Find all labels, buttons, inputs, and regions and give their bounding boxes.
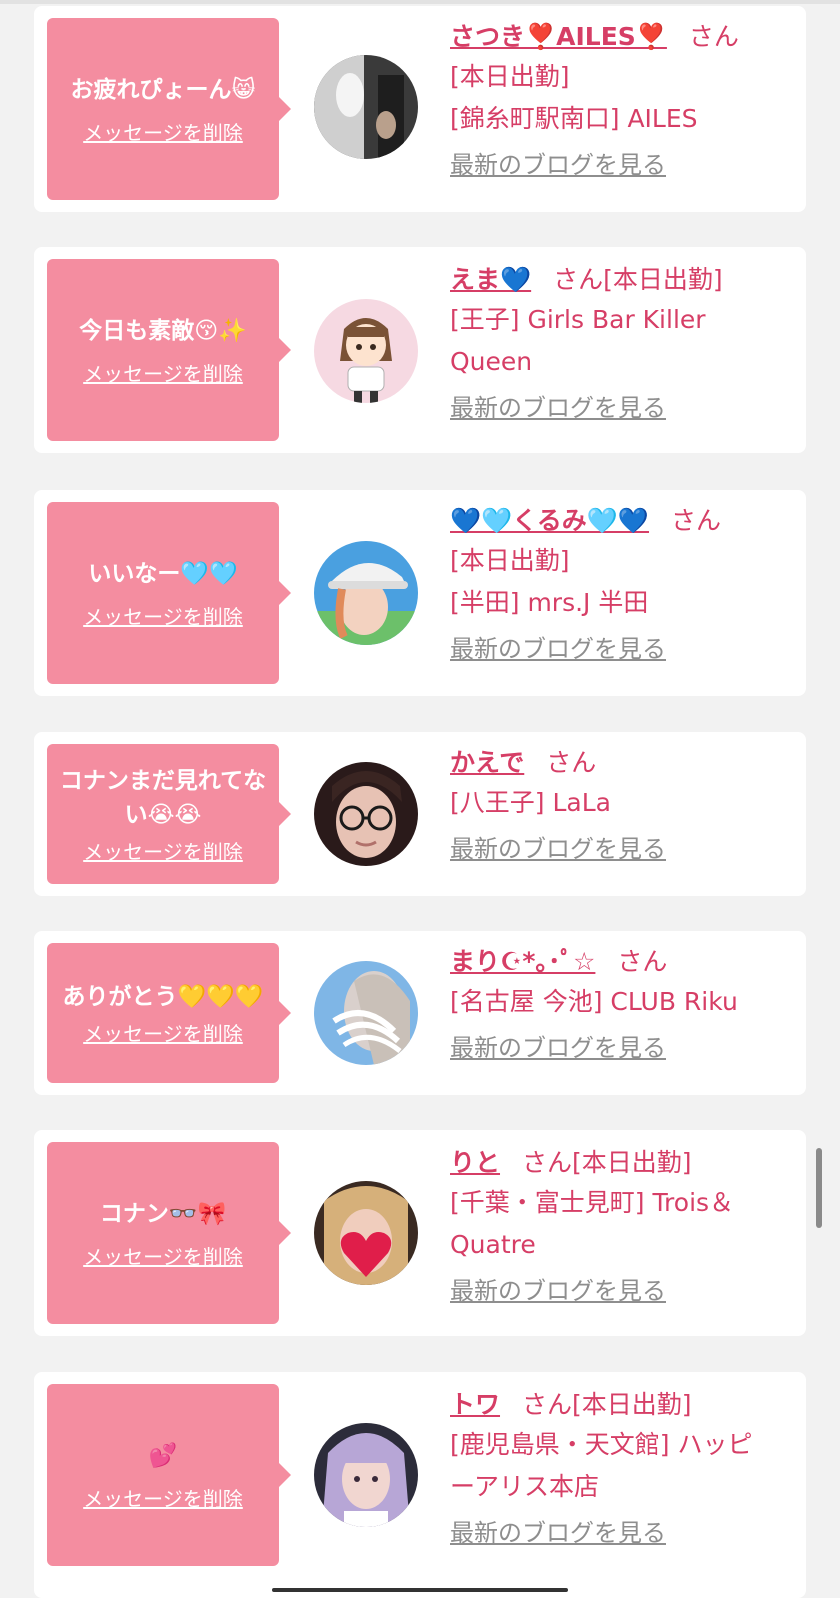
message-text: 💕 — [148, 1442, 178, 1469]
honorific: さん — [553, 265, 604, 294]
message-card: 💕 メッセージを削除 トワ さん[本日出勤] [鹿児島県・天文館] ハッピ ーアリ… — [34, 1372, 806, 1598]
message-text: ありがとう💛💛💛 — [62, 983, 264, 1010]
cast-info: さつき❣️AILES❣️ さん [本日出勤] [錦糸町駅南口] AILES 最新の… — [450, 18, 796, 182]
glasses-photo-avatar[interactable] — [314, 762, 418, 866]
message-text: コナンまだ見れてない😭😭 — [59, 767, 267, 828]
cast-name-link[interactable]: さつき❣️AILES❣️ — [450, 22, 667, 51]
cap-photo-avatar[interactable] — [314, 541, 418, 645]
message-text: いいなー🩵🩵 — [88, 560, 238, 587]
message-card: 今日も素敵😚✨ メッセージを削除 えま💙 さん[本日出勤] [王子] Girls … — [34, 247, 806, 453]
cast-name-link[interactable]: かえで — [450, 748, 524, 777]
delete-message-link[interactable]: メッセージを削除 — [83, 117, 243, 146]
shop-text: [錦糸町駅南口] AILES — [450, 104, 698, 133]
cast-info: かえで さん [八王子] LaLa 最新のブログを見る — [450, 744, 796, 866]
message-text: お疲れぴょーん😸 — [70, 76, 256, 103]
latest-blog-link[interactable]: 最新のブログを見る — [450, 832, 796, 866]
shop-text: [千葉・富士見町] Trois＆ — [450, 1188, 735, 1217]
delete-message-link[interactable]: メッセージを削除 — [83, 1483, 243, 1512]
heart-cover-photo-avatar[interactable] — [314, 1181, 418, 1285]
cast-info: えま💙 さん[本日出勤] [王子] Girls Bar Killer Queen … — [450, 261, 796, 425]
status-text: [本日出勤] — [572, 1390, 692, 1419]
message-card: コナン👓🎀 メッセージを削除 りと さん[本日出勤] [千葉・富士見町] Troi… — [34, 1130, 806, 1336]
cast-name-link[interactable]: トワ — [450, 1390, 500, 1419]
latest-blog-link[interactable]: 最新のブログを見る — [450, 148, 796, 182]
delete-message-link[interactable]: メッセージを削除 — [83, 358, 243, 387]
delete-message-link[interactable]: メッセージを削除 — [83, 1018, 243, 1047]
cast-info: りと さん[本日出勤] [千葉・富士見町] Trois＆ Quatre 最新のブロ… — [450, 1144, 796, 1308]
shop-text: [名古屋 今池] CLUB Riku — [450, 987, 738, 1016]
latest-blog-link[interactable]: 最新のブログを見る — [450, 1274, 796, 1308]
status-text: [本日出勤] — [450, 546, 570, 575]
honorific: さん — [617, 947, 668, 976]
cast-info: 💙🩵くるみ🩵💙 さん [本日出勤] [半田] mrs.J 半田 最新のブログを見る — [450, 502, 796, 666]
top-divider — [0, 0, 840, 4]
home-indicator — [272, 1588, 568, 1592]
monochrome-photo-avatar[interactable] — [314, 55, 418, 159]
latest-blog-link[interactable]: 最新のブログを見る — [450, 1516, 796, 1550]
latest-blog-link[interactable]: 最新のブログを見る — [450, 391, 796, 425]
shop-text-cont: Quatre — [450, 1230, 536, 1259]
message-bubble: 💕 メッセージを削除 — [47, 1384, 291, 1566]
lavender-hair-photo-avatar[interactable] — [314, 1423, 418, 1527]
cast-name-link[interactable]: りと — [450, 1148, 500, 1177]
delete-message-link[interactable]: メッセージを削除 — [83, 601, 243, 630]
delete-message-link[interactable]: メッセージを削除 — [83, 836, 243, 865]
latest-blog-link[interactable]: 最新のブログを見る — [450, 1031, 796, 1065]
honorific: さん — [522, 1390, 573, 1419]
cast-info: トワ さん[本日出勤] [鹿児島県・天文館] ハッピ ーアリス本店 最新のブログを… — [450, 1386, 796, 1550]
status-text: [本日出勤] — [572, 1148, 692, 1177]
cast-name-link[interactable]: えま💙 — [450, 265, 531, 294]
latest-blog-link[interactable]: 最新のブログを見る — [450, 632, 796, 666]
message-bubble: お疲れぴょーん😸 メッセージを削除 — [47, 18, 291, 200]
cast-info: まり☪︎*｡･ﾟ☆ さん [名古屋 今池] CLUB Riku 最新のブログを見る — [450, 943, 796, 1065]
honorific: さん — [546, 748, 597, 777]
message-bubble: ありがとう💛💛💛 メッセージを削除 — [47, 943, 291, 1083]
message-bubble: 今日も素敵😚✨ メッセージを削除 — [47, 259, 291, 441]
status-text: [本日出勤] — [603, 265, 723, 294]
message-card: いいなー🩵🩵 メッセージを削除 💙🩵くるみ🩵💙 さん [本日出勤] [半田] mr… — [34, 490, 806, 696]
illustrated-girl-avatar[interactable] — [314, 299, 418, 403]
message-bubble: コナン👓🎀 メッセージを削除 — [47, 1142, 291, 1324]
cast-name-link[interactable]: 💙🩵くるみ🩵💙 — [450, 506, 649, 535]
status-text: [本日出勤] — [450, 62, 570, 91]
message-bubble: いいなー🩵🩵 メッセージを削除 — [47, 502, 291, 684]
blurred-photo-avatar[interactable] — [314, 961, 418, 1065]
shop-text-cont: Queen — [450, 347, 533, 376]
shop-text: [半田] mrs.J 半田 — [450, 588, 649, 617]
message-text: 今日も素敵😚✨ — [79, 317, 247, 344]
shop-text: [王子] Girls Bar Killer — [450, 305, 706, 334]
message-card: コナンまだ見れてない😭😭 メッセージを削除 かえで さん [八王子] LaLa 最… — [34, 732, 806, 896]
shop-text: [鹿児島県・天文館] ハッピ — [450, 1430, 753, 1459]
message-bubble: コナンまだ見れてない😭😭 メッセージを削除 — [47, 744, 291, 884]
cast-name-link[interactable]: まり☪︎*｡･ﾟ☆ — [450, 947, 595, 976]
message-text: コナン👓🎀 — [99, 1200, 227, 1227]
message-card: お疲れぴょーん😸 メッセージを削除 さつき❣️AILES❣️ さん [本日出勤] … — [34, 6, 806, 212]
honorific: さん — [671, 506, 722, 535]
honorific: さん — [522, 1148, 573, 1177]
message-card: ありがとう💛💛💛 メッセージを削除 まり☪︎*｡･ﾟ☆ さん [名古屋 今池] C… — [34, 931, 806, 1095]
vertical-scrollbar[interactable] — [816, 1148, 822, 1228]
honorific: さん — [688, 22, 739, 51]
shop-text: [八王子] LaLa — [450, 788, 611, 817]
delete-message-link[interactable]: メッセージを削除 — [83, 1241, 243, 1270]
shop-text-cont: ーアリス本店 — [450, 1472, 600, 1501]
